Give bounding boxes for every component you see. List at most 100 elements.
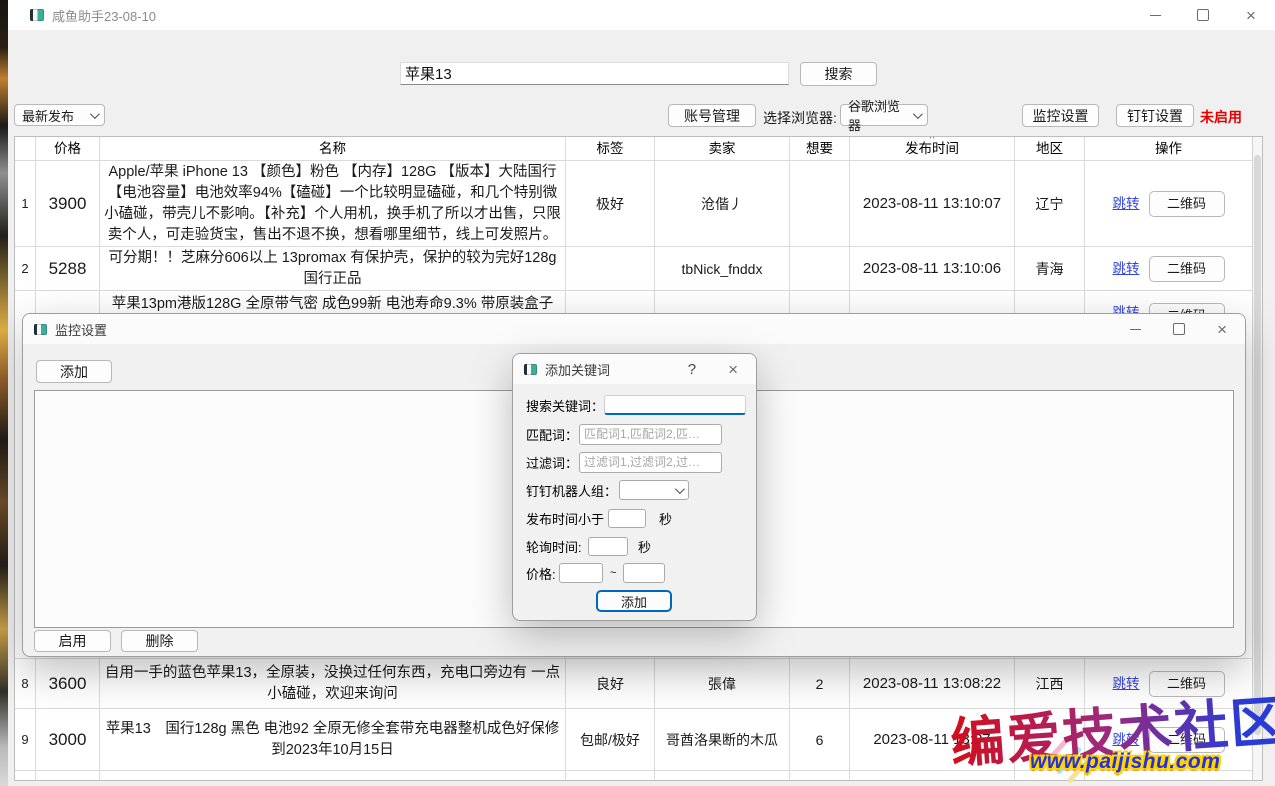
qr-code-button[interactable]: 二维码	[1149, 256, 1225, 282]
row-index: 2	[15, 247, 36, 290]
monitor-settings-button[interactable]: 监控设置	[1022, 104, 1099, 127]
filter-words-input[interactable]	[579, 452, 722, 473]
price-range-separator: ~	[610, 567, 616, 579]
delete-button[interactable]: 删除	[121, 630, 198, 652]
publish-time-label: 发布时间小于	[526, 509, 608, 528]
cell-seller: 沧偕丿	[655, 161, 790, 246]
keyword-dialog-controls: ? ×	[688, 361, 738, 378]
cell-name: 自用一手的蓝色苹果13，全原装，没换过任何东西，充电口旁边有 一点小磕碰，欢迎来…	[100, 659, 566, 708]
maximize-icon[interactable]	[1173, 323, 1185, 335]
minimize-button[interactable]	[1131, 0, 1179, 30]
sort-ascending-icon: ^	[930, 137, 935, 145]
desktop-edge-strip	[0, 0, 8, 786]
close-icon: ×	[1246, 7, 1256, 24]
cell-time: 2023-08-11 13:10:06	[850, 247, 1015, 290]
cell-name: 可分期！！芝麻分606以上 13promax 有保护壳，保护的较为完好128g …	[100, 247, 566, 290]
chevron-down-icon	[675, 484, 685, 494]
table-header-row: 价格 名称 标签 卖家 想要 ^ 发布时间 地区 操作	[15, 137, 1252, 161]
screen: 咸鱼助手23-08-10 × 搜索 最新发布 账号管理 选择浏览器: 谷歌浏览器…	[0, 0, 1275, 786]
browser-select-value: 谷歌浏览器	[848, 96, 907, 134]
robot-group-label: 钉钉机器人组：	[526, 481, 619, 500]
maximize-icon	[1197, 9, 1209, 21]
browser-select-label: 选择浏览器:	[763, 108, 837, 128]
header-tag[interactable]: 标签	[566, 137, 655, 160]
enable-button[interactable]: 启用	[34, 630, 111, 652]
minimize-icon	[1150, 15, 1161, 16]
close-button[interactable]: ×	[1227, 0, 1275, 30]
help-button[interactable]: ?	[688, 361, 696, 378]
keyword-dialog-titlebar: 添加关键词 ? ×	[513, 354, 756, 384]
sort-select-value: 最新发布	[22, 106, 74, 125]
header-publish-time[interactable]: ^ 发布时间	[850, 137, 1015, 160]
price-max-input[interactable]	[623, 563, 665, 583]
cell-price: 3600	[36, 659, 100, 708]
cell-price: 3900	[36, 161, 100, 246]
cell-action: 跳转 二维码	[1085, 161, 1252, 246]
publish-time-input[interactable]	[608, 509, 646, 528]
monitor-dialog-controls: ×	[1130, 321, 1227, 338]
header-price[interactable]: 价格	[36, 137, 100, 160]
chevron-down-icon	[913, 109, 923, 119]
row-index: 8	[15, 659, 36, 708]
header-name[interactable]: 名称	[100, 137, 566, 160]
app-icon	[524, 364, 537, 375]
robot-group-select[interactable]	[619, 480, 689, 500]
cell-name: 苹果13 国行128g 黑色 电池92 全原无修全套带充电器整机成色好保修到20…	[100, 709, 566, 770]
cell-want: 6	[790, 709, 850, 770]
monitor-dialog-titlebar: 监控设置 ×	[23, 314, 1245, 344]
account-manage-button[interactable]: 账号管理	[668, 104, 756, 127]
sort-select[interactable]: 最新发布	[14, 104, 105, 126]
search-input[interactable]	[400, 62, 789, 85]
cell-region: 辽宁	[1015, 161, 1085, 246]
poll-time-label: 轮询时间:	[526, 537, 588, 556]
cell-want	[790, 161, 850, 246]
main-window-titlebar: 咸鱼助手23-08-10	[8, 0, 1275, 30]
close-icon[interactable]: ×	[1217, 321, 1227, 338]
cell-tag	[566, 247, 655, 290]
cell-time: 2023-08-11 13:10:07	[850, 161, 1015, 246]
jump-link[interactable]: 跳转	[1113, 194, 1140, 214]
scrollbar-thumb[interactable]	[1254, 155, 1261, 735]
search-button[interactable]: 搜索	[800, 62, 877, 86]
qr-code-button[interactable]: 二维码	[1149, 191, 1225, 217]
watermark-url: www.paijishu.com	[1030, 750, 1220, 774]
poll-time-input[interactable]	[588, 537, 628, 556]
cell-tag: 良好	[566, 659, 655, 708]
cell-region: 青海	[1015, 247, 1085, 290]
browser-select[interactable]: 谷歌浏览器	[840, 104, 928, 126]
header-action[interactable]: 操作	[1085, 137, 1252, 160]
status-badge: 未启用	[1200, 107, 1242, 127]
match-words-input[interactable]	[579, 424, 722, 445]
close-button[interactable]: ×	[728, 361, 738, 378]
match-label: 匹配词：	[526, 425, 579, 444]
dingtalk-settings-button[interactable]: 钉钉设置	[1116, 104, 1194, 127]
header-want[interactable]: 想要	[790, 137, 850, 160]
filter-label: 过滤词：	[526, 453, 579, 472]
row-index: 9	[15, 709, 36, 770]
table-row: 1 3900 Apple/苹果 iPhone 13 【颜色】粉色 【内存】128…	[15, 161, 1252, 247]
maximize-button[interactable]	[1179, 0, 1227, 30]
minimize-icon[interactable]	[1130, 329, 1141, 330]
cell-name: Apple/苹果 iPhone 13 【颜色】粉色 【内存】128G 【版本】大…	[100, 161, 566, 246]
cell-want: 2	[790, 659, 850, 708]
header-seller[interactable]: 卖家	[655, 137, 790, 160]
cell-tag: 极好	[566, 161, 655, 246]
cell-price: 3000	[36, 709, 100, 770]
chevron-down-icon	[90, 109, 100, 119]
price-min-input[interactable]	[559, 563, 603, 583]
header-region[interactable]: 地区	[1015, 137, 1085, 160]
submit-add-button[interactable]: 添加	[596, 590, 672, 612]
cell-tag: 包邮/极好	[566, 709, 655, 770]
publish-time-unit: 秒	[659, 509, 672, 528]
header-index	[15, 137, 36, 160]
app-icon	[30, 9, 44, 21]
jump-link[interactable]: 跳转	[1113, 259, 1140, 279]
add-keyword-button[interactable]: 添加	[36, 360, 112, 383]
table-row: 2 5288 可分期！！芝麻分606以上 13promax 有保护壳，保护的较为…	[15, 247, 1252, 291]
keyword-input[interactable]	[604, 395, 746, 415]
cell-price: 5288	[36, 247, 100, 290]
add-keyword-dialog: 添加关键词 ? × 搜索关键词： 匹配词： 过滤词： 钉钉机器人组： 发布时间小…	[512, 353, 757, 621]
cell-seller: tbNick_fnddx	[655, 247, 790, 290]
app-icon	[34, 324, 47, 335]
keyword-label: 搜索关键词：	[526, 396, 604, 415]
